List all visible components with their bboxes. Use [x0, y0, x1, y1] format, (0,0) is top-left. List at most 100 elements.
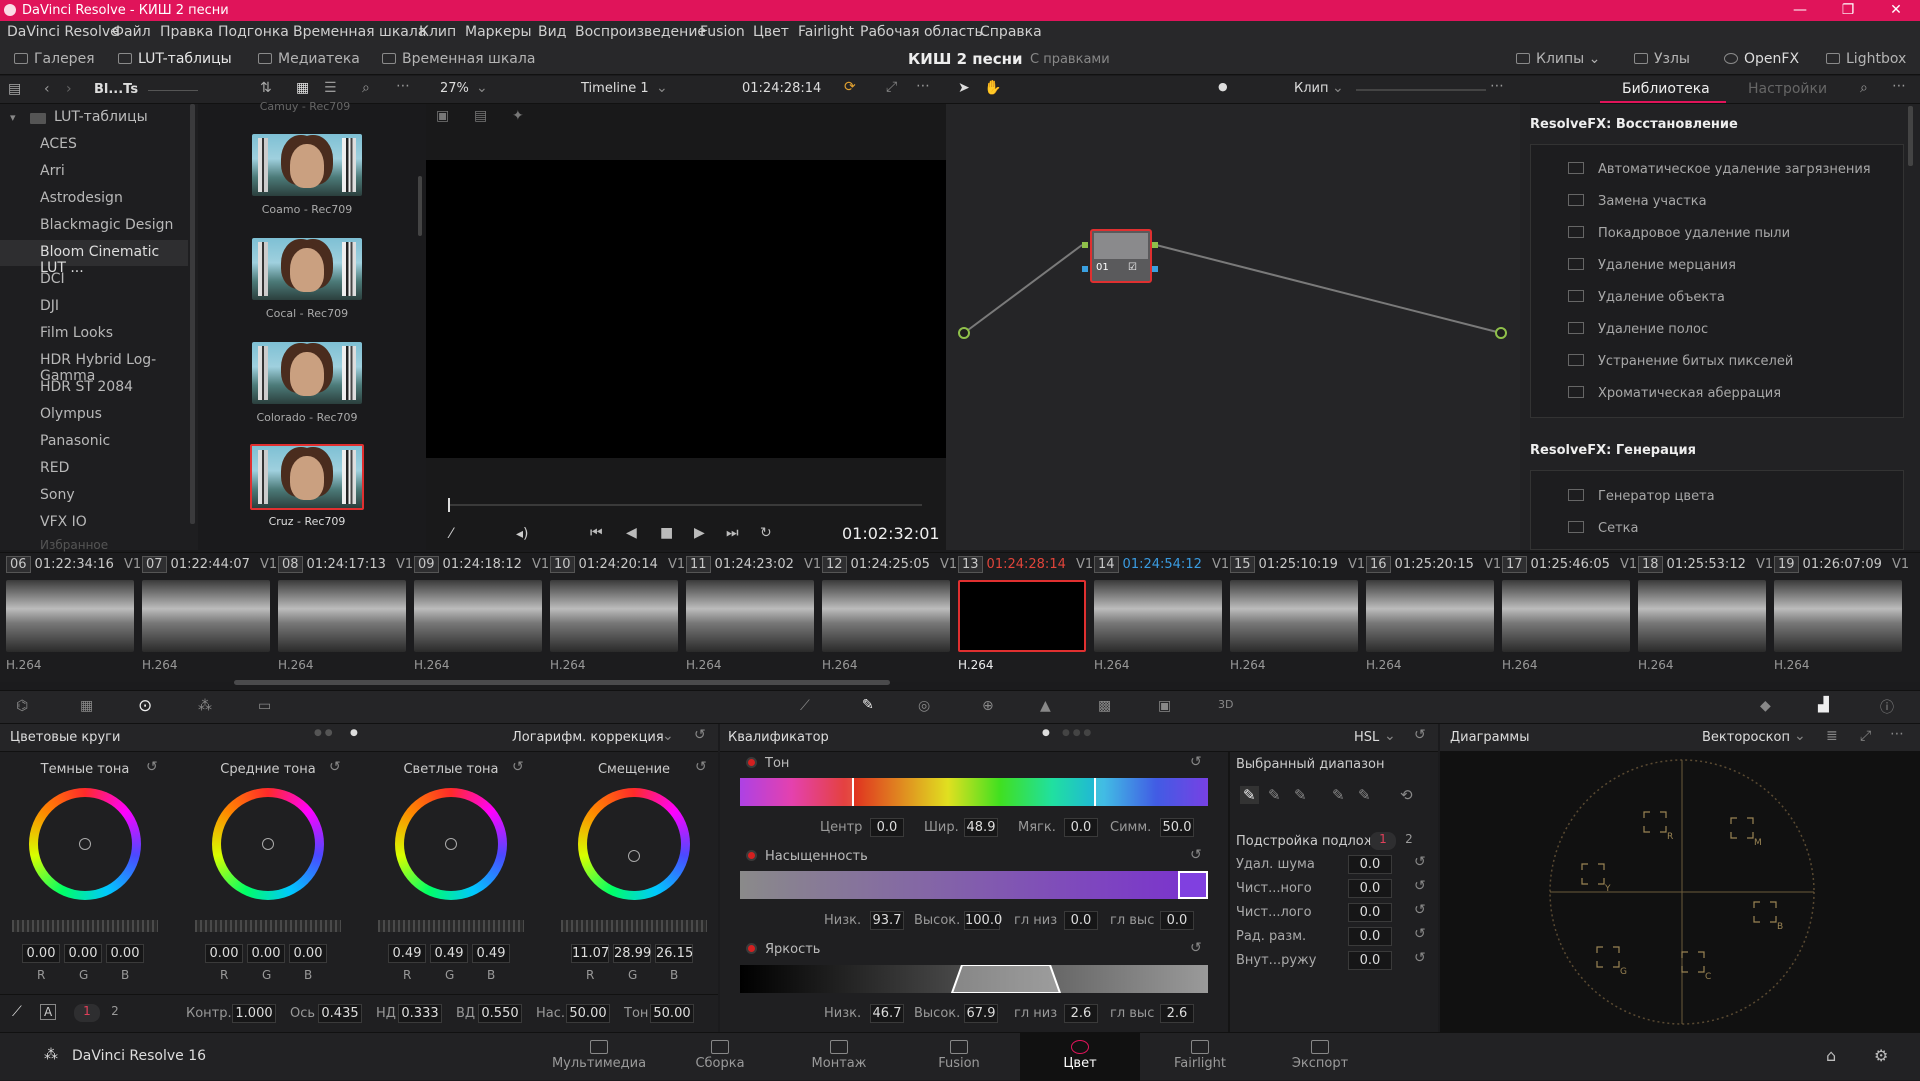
fx-item[interactable]: Хроматическая аберрация: [1568, 386, 1781, 401]
lut-folder-item[interactable]: Blackmagic Design: [40, 217, 173, 233]
viewer-canvas[interactable]: [426, 160, 946, 458]
page-dot-icon[interactable]: ● ● ●: [1062, 728, 1091, 738]
hue-toggle[interactable]: Тон: [746, 756, 789, 771]
sat-high-field[interactable]: 100.0: [964, 911, 1002, 930]
fx-item[interactable]: Покадровое удаление пыли: [1568, 226, 1790, 241]
split-screen-icon[interactable]: ▤: [474, 108, 487, 124]
clip-thumbnail[interactable]: [6, 580, 134, 652]
minimize-button[interactable]: —: [1778, 0, 1822, 21]
node-mode-dropdown[interactable]: Клип: [1294, 81, 1329, 96]
menu-davinci[interactable]: DaVinci Resolve: [7, 24, 119, 40]
lut-folder-item[interactable]: RED: [40, 460, 69, 476]
wheel-center-handle[interactable]: [262, 838, 274, 850]
eyedropper-icon[interactable]: ⁄: [450, 526, 452, 542]
hue-width-field[interactable]: 48.9: [964, 818, 998, 837]
fx-item[interactable]: Сетка: [1568, 521, 1638, 536]
clip-strip-scrollbar[interactable]: [234, 680, 890, 685]
reset-icon[interactable]: ↺: [1190, 847, 1202, 863]
sidebar-toggle-icon[interactable]: ▤: [8, 81, 21, 97]
master-wheel[interactable]: [378, 920, 524, 932]
lut-favorites[interactable]: Избранное: [40, 538, 108, 552]
page-color[interactable]: Цвет: [1020, 1040, 1140, 1071]
library-scrollbar[interactable]: [1908, 106, 1913, 166]
3d-icon[interactable]: 3D: [1218, 698, 1233, 711]
zoom-dropdown[interactable]: 27%: [440, 81, 469, 96]
clip-thumbnail[interactable]: [142, 580, 270, 652]
lut-root-label[interactable]: LUT-таблицы: [54, 109, 148, 125]
feather-add-icon[interactable]: ✎: [1358, 786, 1371, 804]
luminance-bar[interactable]: [740, 965, 1208, 993]
menu-edit[interactable]: Правка: [160, 24, 213, 40]
page-fusion[interactable]: Fusion: [899, 1040, 1019, 1071]
auto-balance-icon[interactable]: ⟋: [12, 1004, 22, 1020]
openfx-button[interactable]: OpenFX: [1724, 51, 1799, 67]
sort-icon[interactable]: ⇅: [260, 80, 272, 96]
wheel-page-2[interactable]: 2: [102, 1004, 128, 1022]
rgb-mixer-icon[interactable]: ⁂: [198, 698, 212, 714]
page-deliver[interactable]: Экспорт: [1260, 1040, 1380, 1071]
camera-raw-icon[interactable]: ⌬: [16, 698, 28, 714]
qualifier-mode-dropdown[interactable]: HSL: [1354, 730, 1379, 745]
wheel-center-handle[interactable]: [628, 850, 640, 862]
menu-trim[interactable]: Подгонка: [218, 24, 289, 40]
fullscreen-icon[interactable]: ⤢: [886, 79, 897, 95]
lum-low-field[interactable]: 46.7: [870, 1004, 904, 1023]
stop-icon[interactable]: ■: [660, 525, 673, 541]
node-output-icon[interactable]: [1152, 242, 1158, 248]
luminance-range-shape[interactable]: [740, 965, 1208, 993]
reset-icon[interactable]: ↺: [695, 759, 707, 775]
node-key-input-icon[interactable]: [1082, 266, 1088, 272]
media-button[interactable]: Медиатека: [258, 51, 360, 67]
viewer-timecode[interactable]: 01:24:28:14: [742, 81, 821, 96]
sat-high-soft-field[interactable]: 0.0: [1160, 911, 1194, 930]
key-icon[interactable]: ▣: [1158, 698, 1171, 714]
lut-thumbnail[interactable]: [252, 238, 362, 300]
picker-subtract-icon[interactable]: ✎: [1268, 786, 1281, 804]
page-media[interactable]: Мультимедиа: [539, 1040, 659, 1071]
curves-icon[interactable]: ⟋: [800, 698, 810, 714]
pivot-field[interactable]: 0.435: [318, 1004, 362, 1023]
picker-icon[interactable]: ✎: [1240, 786, 1259, 804]
keyframes-icon[interactable]: ◆: [1760, 698, 1771, 714]
sat-toggle[interactable]: Насыщенность: [746, 849, 868, 864]
lum-high-field[interactable]: 67.9: [964, 1004, 998, 1023]
wheel-value-b[interactable]: 0.00: [106, 944, 144, 963]
fx-item[interactable]: Удаление полос: [1568, 322, 1708, 337]
picker-add-icon[interactable]: ✎: [1294, 786, 1307, 804]
scopes-icon[interactable]: ▟: [1818, 697, 1829, 713]
menu-view[interactable]: Вид: [538, 24, 566, 40]
reset-icon[interactable]: ↺: [1414, 902, 1426, 918]
matte-row-value[interactable]: 0.0: [1348, 879, 1392, 898]
page-fairlight[interactable]: Fairlight: [1140, 1040, 1260, 1071]
search-icon[interactable]: ⌕: [1860, 80, 1868, 96]
clip-thumbnail[interactable]: [686, 580, 814, 652]
play-icon[interactable]: ▶: [694, 525, 705, 541]
master-wheel[interactable]: [12, 920, 158, 932]
reset-icon[interactable]: ↺: [1414, 878, 1426, 894]
volume-icon[interactable]: ◂): [516, 526, 529, 542]
lut-folder-item[interactable]: Arri: [40, 163, 65, 179]
grid-view-icon[interactable]: ▦: [296, 80, 309, 96]
clip-thumbnail[interactable]: [550, 580, 678, 652]
wheel-value-r[interactable]: 0.00: [22, 944, 60, 963]
fx-item[interactable]: Замена участка: [1568, 194, 1707, 209]
matte-row-value[interactable]: 0.0: [1348, 927, 1392, 946]
serial-node-01[interactable]: 01 ☑: [1090, 229, 1152, 283]
fx-item[interactable]: Генератор цвета: [1568, 489, 1715, 504]
menu-timeline[interactable]: Временная шкала: [293, 24, 426, 40]
wheel-value-r[interactable]: 11.07: [571, 944, 609, 963]
reset-icon[interactable]: ↺: [1190, 754, 1202, 770]
clip-thumbnail[interactable]: [1094, 580, 1222, 652]
menu-help[interactable]: Справка: [980, 24, 1042, 40]
reset-icon[interactable]: ↺: [146, 759, 158, 775]
auto-icon[interactable]: A: [40, 1004, 57, 1020]
home-icon[interactable]: ⌂: [1826, 1046, 1836, 1065]
tree-expand-icon[interactable]: ▾: [10, 111, 16, 124]
menu-markers[interactable]: Маркеры: [465, 24, 532, 40]
clip-thumbnail[interactable]: [1366, 580, 1494, 652]
lut-breadcrumb[interactable]: Bl...Ts: [94, 82, 138, 97]
fx-item[interactable]: Удаление объекта: [1568, 290, 1725, 305]
lum-high-soft-field[interactable]: 2.6: [1160, 1004, 1194, 1023]
page-dot-icon[interactable]: ●: [350, 728, 358, 738]
reset-icon[interactable]: ↺: [1414, 854, 1426, 870]
